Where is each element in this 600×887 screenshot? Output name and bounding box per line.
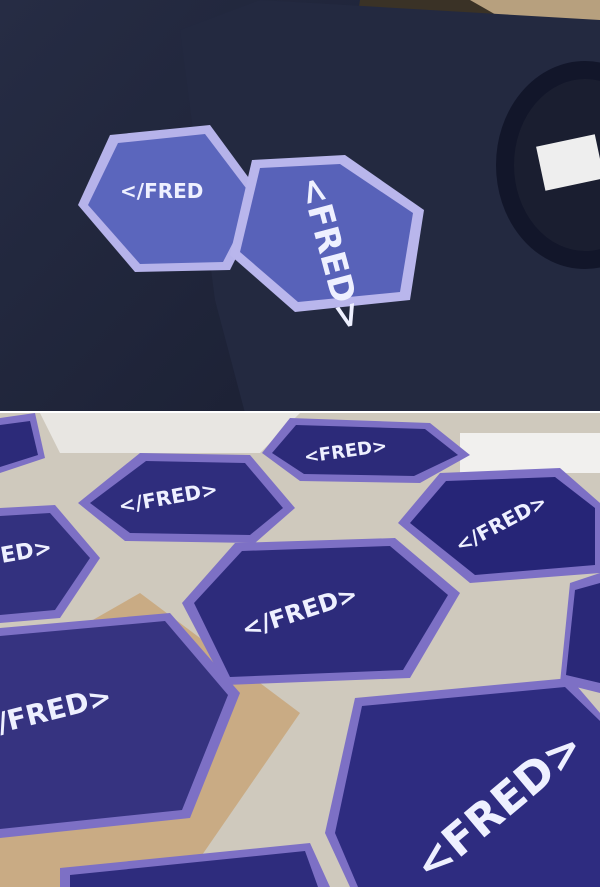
tshirt-scene: </FRED <FRED> <box>0 0 600 413</box>
photo-collage: </FRED <FRED> <FRED> </FRED> </FRED> ED>… <box>0 0 600 887</box>
sticker-scene: <FRED> </FRED> </FRED> ED> </FRED> /FRED… <box>0 413 600 887</box>
sticker-photo: <FRED> </FRED> </FRED> ED> </FRED> /FRED… <box>0 413 600 887</box>
shirt-logo-left-text: </FRED <box>120 179 203 203</box>
tshirt-photo: </FRED <FRED> <box>0 0 600 413</box>
sticker-5: </FRED> <box>182 538 460 685</box>
sticker-7: <FRED> <box>325 678 600 887</box>
